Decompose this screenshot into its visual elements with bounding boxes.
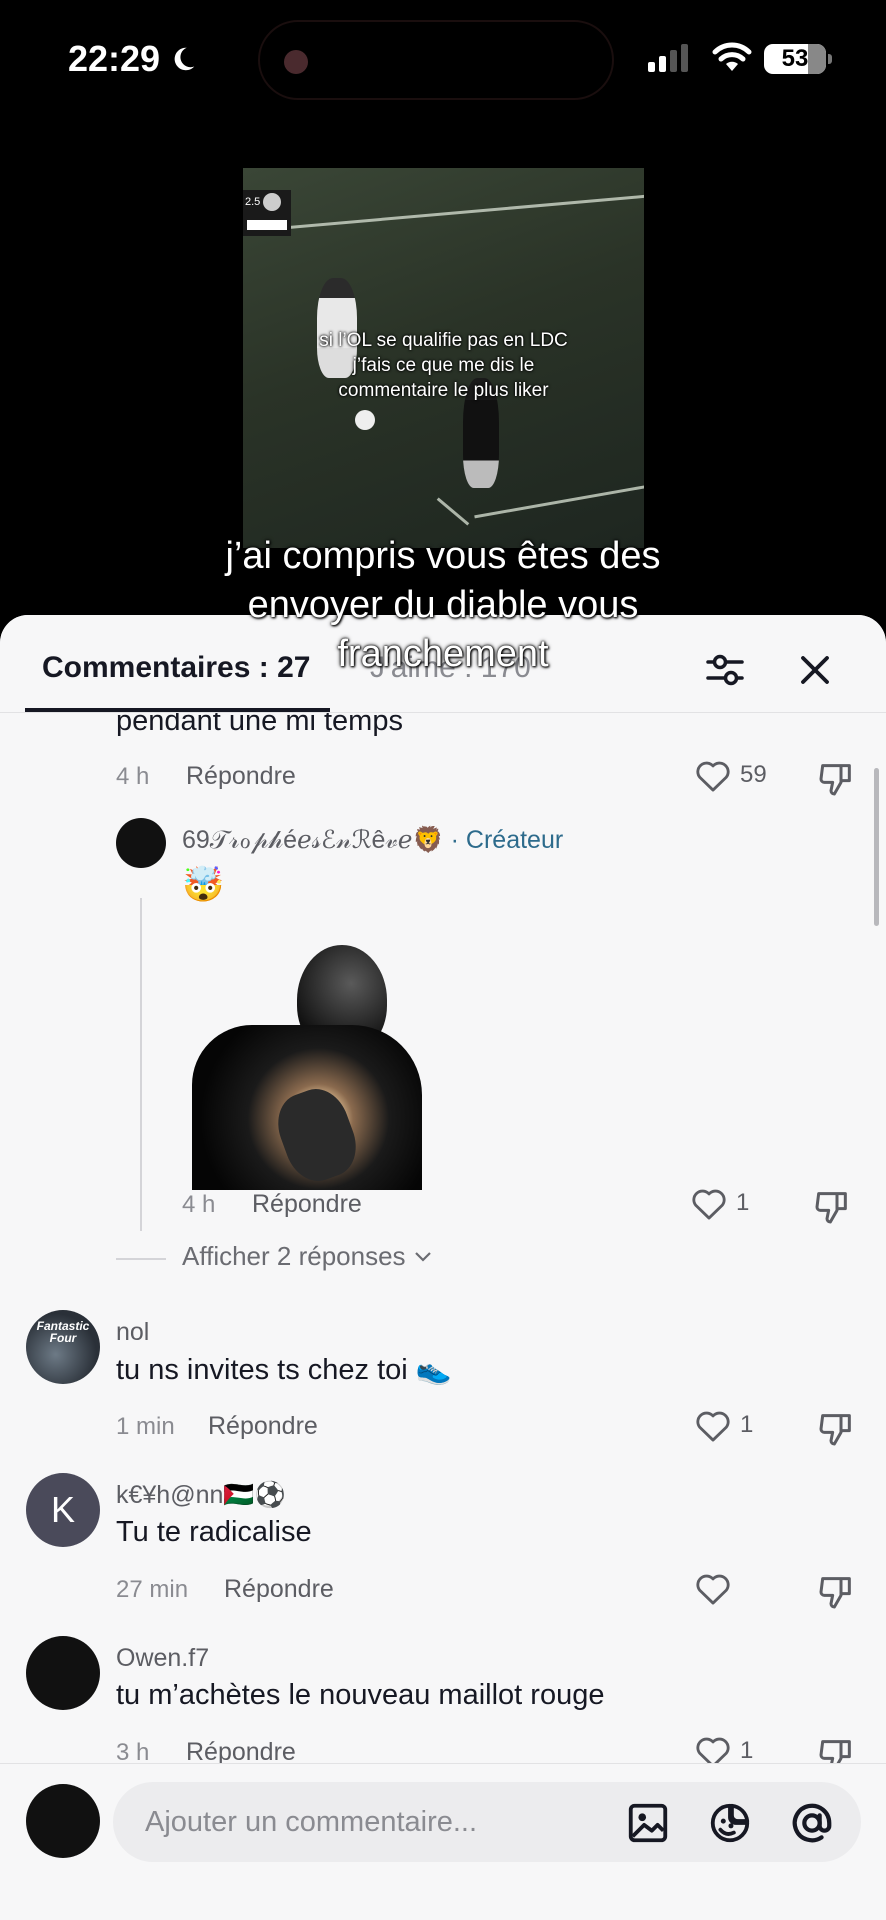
video-caption-line: commentaire le plus liker xyxy=(338,380,549,401)
comment-username[interactable]: nol xyxy=(116,1318,149,1347)
video-caption-line: j’fais ce que me dis le xyxy=(352,355,535,376)
like-count: 1 xyxy=(740,1411,754,1438)
like-count: 1 xyxy=(740,1737,754,1764)
comment-text: tu ns invites ts chez toi 👟 xyxy=(116,1354,452,1386)
clock-text: 22:29 xyxy=(68,38,161,79)
signal-icon xyxy=(648,44,688,72)
comment-time: 27 min xyxy=(116,1576,189,1603)
dynamic-island xyxy=(258,20,614,100)
heart-icon xyxy=(696,1574,730,1605)
comment-composer xyxy=(0,1763,886,1920)
comment-emoji: 🤯 xyxy=(182,866,225,904)
comment-username[interactable]: k€¥h@nn🇵🇸⚽ xyxy=(116,1481,286,1510)
video-preview[interactable]: 2.5 si l’OL se qualifie pas en LDC j’fai… xyxy=(243,168,644,548)
ball-icon xyxy=(355,410,375,430)
sticker-image[interactable] xyxy=(182,935,432,1190)
replies-divider xyxy=(116,1258,166,1260)
chevron-down-icon xyxy=(414,1251,431,1262)
status-bar: 22:29 53 xyxy=(0,0,886,120)
reply-button[interactable]: Répondre xyxy=(186,762,296,791)
avatar[interactable]: Fantastic Four xyxy=(26,1310,100,1384)
dislike-icon[interactable] xyxy=(812,1187,852,1227)
avatar[interactable] xyxy=(26,1636,100,1710)
status-time: 22:29 xyxy=(68,38,198,80)
emoji-sticker-icon[interactable] xyxy=(707,1800,753,1846)
battery-level: 53 xyxy=(781,45,809,72)
overlay-caption-line: j’ai compris vous êtes des xyxy=(225,535,661,577)
dislike-icon[interactable] xyxy=(816,759,856,799)
reply-button[interactable]: Répondre xyxy=(224,1575,334,1604)
username-text: 69𝒯𝓇ℴ𝓅𝒽éℯ𝓈ℰ𝓃ℛê𝓋ℯ🦁 xyxy=(182,826,444,854)
comment-input[interactable] xyxy=(145,1782,605,1862)
comment-username[interactable]: Owen.f7 xyxy=(116,1644,209,1673)
heart-icon xyxy=(696,761,730,792)
video-caption-line: si l’OL se qualifie pas en LDC xyxy=(319,330,568,351)
battery-icon: 53 xyxy=(764,44,832,74)
video-caption: si l’OL se qualifie pas en LDC j’fais ce… xyxy=(243,328,644,403)
wifi-icon xyxy=(712,42,752,71)
comment-time: 4 h xyxy=(182,1191,216,1218)
like-button[interactable]: 59 xyxy=(694,757,767,793)
comment-username[interactable]: 69𝒯𝓇ℴ𝓅𝒽éℯ𝓈ℰ𝓃ℛê𝓋ℯ🦁 · Créateur xyxy=(182,825,563,855)
comment-text: Tu te radicalise xyxy=(116,1516,312,1548)
like-count: 1 xyxy=(736,1189,750,1216)
scrollbar[interactable] xyxy=(874,768,879,926)
dislike-icon[interactable] xyxy=(816,1409,856,1449)
comment-input-container[interactable] xyxy=(113,1782,861,1862)
show-replies-button[interactable]: Afficher 2 réponses xyxy=(182,1241,432,1272)
overlay-caption-line: envoyer du diable vous xyxy=(247,584,639,626)
mention-icon[interactable] xyxy=(789,1800,835,1846)
club-badge-icon xyxy=(263,193,281,211)
overlay-caption: j’ai compris vous êtes des envoyer du di… xyxy=(0,532,886,679)
like-button[interactable]: 1 xyxy=(690,1185,749,1221)
moon-icon xyxy=(174,47,195,71)
heart-icon xyxy=(692,1189,726,1220)
scorebug: 2.5 xyxy=(243,190,291,236)
comment-time: 1 min xyxy=(116,1413,175,1440)
comments-sheet: Commentaires : 27 J'aime : 170 pendant u… xyxy=(0,615,886,1920)
image-icon[interactable] xyxy=(625,1800,671,1846)
like-button[interactable]: 1 xyxy=(694,1407,753,1443)
heart-icon xyxy=(696,1411,730,1442)
avatar-text: Fantastic Four xyxy=(36,1319,90,1345)
thread-line xyxy=(140,898,142,1231)
tab-underline xyxy=(25,708,330,712)
comment-text: tu m’achètes le nouveau maillot rouge xyxy=(116,1679,605,1711)
avatar[interactable] xyxy=(116,818,166,868)
creator-badge: · Créateur xyxy=(450,826,564,854)
scorebug-score: 2.5 xyxy=(245,196,261,208)
comment-time: 4 h xyxy=(116,763,150,790)
like-button[interactable] xyxy=(694,1570,740,1606)
like-count: 59 xyxy=(740,761,767,788)
avatar[interactable]: K xyxy=(26,1473,100,1547)
reply-button[interactable]: Répondre xyxy=(252,1190,362,1219)
screen: 22:29 53 2.5 si l’OL se qualifie pas en … xyxy=(0,0,886,1920)
avatar-letter: K xyxy=(50,1489,75,1530)
dislike-icon[interactable] xyxy=(816,1572,856,1612)
overlay-caption-line: franchement xyxy=(337,633,549,675)
recording-dot xyxy=(284,50,308,74)
my-avatar[interactable] xyxy=(26,1784,100,1858)
show-replies-label: Afficher 2 réponses xyxy=(182,1241,406,1271)
reply-button[interactable]: Répondre xyxy=(208,1412,318,1441)
